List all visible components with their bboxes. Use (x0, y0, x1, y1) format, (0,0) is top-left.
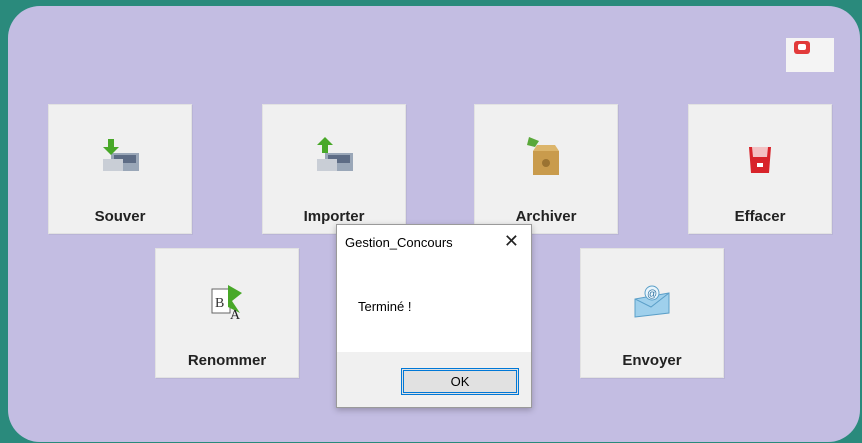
close-app-button[interactable] (786, 38, 834, 72)
svg-text:B: B (215, 296, 224, 311)
send-button-label: Envoyer (622, 352, 682, 369)
download-disk-icon (103, 139, 139, 171)
close-icon[interactable]: ✕ (504, 231, 519, 251)
archive-box-icon (527, 137, 559, 175)
rename-button-label: Renommer (187, 352, 267, 369)
dialog-message: Terminé ! (358, 299, 412, 314)
dialog-footer: OK (337, 352, 531, 407)
trash-bin-icon (749, 147, 771, 173)
power-off-icon (794, 41, 810, 54)
archive-button-label: Archiver (515, 208, 577, 225)
svg-text:@: @ (647, 289, 657, 300)
rename-icon: B A (211, 285, 242, 321)
upload-disk-icon (317, 137, 353, 171)
import-button[interactable]: Importer (262, 104, 406, 234)
dialog-title: Gestion_Concours (345, 235, 453, 250)
archive-button[interactable]: Archiver (474, 104, 618, 234)
erase-button[interactable]: Effacer (688, 104, 832, 234)
import-button-label: Importer (303, 208, 365, 225)
email-envelope-icon: @ (634, 285, 670, 318)
send-button[interactable]: @ Envoyer (580, 248, 724, 378)
message-dialog: Gestion_Concours ✕ Terminé ! OK (336, 224, 532, 408)
save-button[interactable]: Souver (48, 104, 192, 234)
rename-button[interactable]: B A Renommer (155, 248, 299, 378)
save-button-label: Souver (94, 208, 146, 225)
svg-text:A: A (230, 308, 241, 321)
ok-button[interactable]: OK (401, 368, 519, 395)
erase-button-label: Effacer (734, 208, 786, 225)
